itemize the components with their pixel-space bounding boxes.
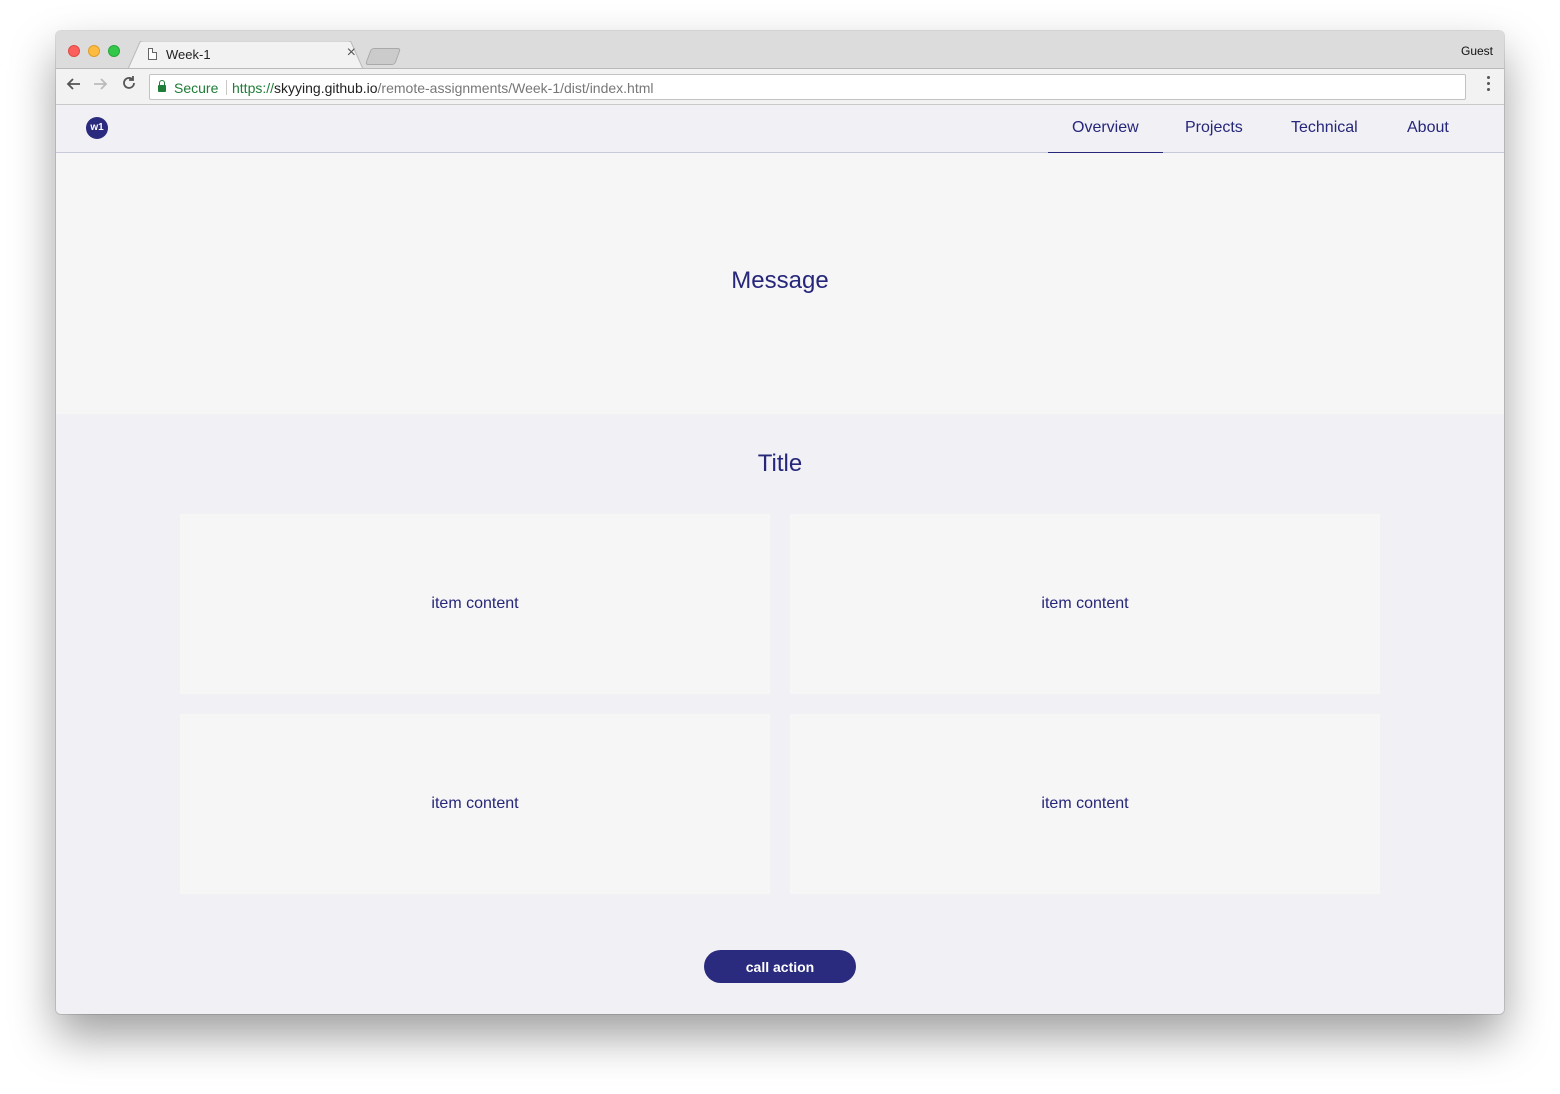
close-tab-icon[interactable]: × — [347, 45, 356, 61]
hero-message: Message — [731, 267, 829, 294]
url-host: skyying.github.io — [274, 80, 378, 96]
nav-item-about[interactable]: About — [1407, 119, 1449, 137]
section-title: Title — [757, 450, 803, 477]
nav-item-overview[interactable]: Overview — [1048, 119, 1163, 153]
content-card: item content — [180, 514, 770, 694]
address-separator — [226, 80, 227, 95]
lock-icon — [158, 80, 166, 92]
tab-shape — [128, 41, 364, 69]
site-logo[interactable]: w1 — [86, 117, 108, 139]
tab-title: Week-1 — [166, 47, 211, 62]
content-card: item content — [790, 714, 1380, 894]
web-page: w1 Overview Projects Technical About Mes… — [56, 105, 1504, 1014]
url-path: /remote-assignments/Week-1/dist/index.ht… — [377, 80, 654, 96]
forward-arrow-icon[interactable] — [93, 75, 109, 97]
browser-tab[interactable]: Week-1 × — [128, 41, 364, 69]
browser-window: Week-1 × Guest Secure https://skyying.gi… — [56, 31, 1504, 1014]
profile-label[interactable]: Guest — [1461, 44, 1493, 58]
site-navbar: w1 Overview Projects Technical About — [56, 105, 1504, 153]
browser-toolbar: Secure https://skyying.github.io/remote-… — [56, 68, 1504, 105]
minimize-window-icon[interactable] — [88, 45, 100, 57]
secure-label: Secure — [174, 80, 219, 96]
url-text[interactable]: https://skyying.github.io/remote-assignm… — [232, 80, 654, 96]
address-bar[interactable]: Secure https://skyying.github.io/remote-… — [149, 74, 1466, 100]
nav-item-projects[interactable]: Projects — [1185, 119, 1243, 137]
document-icon — [148, 48, 157, 60]
call-action-button[interactable]: call action — [704, 950, 856, 983]
back-arrow-icon[interactable] — [65, 75, 81, 97]
content-card: item content — [790, 514, 1380, 694]
url-scheme: https:// — [232, 80, 275, 96]
new-tab-button[interactable] — [364, 48, 402, 65]
hero-section: Message — [56, 153, 1504, 414]
content-card: item content — [180, 714, 770, 894]
reload-icon[interactable] — [121, 75, 137, 97]
close-window-icon[interactable] — [68, 45, 80, 57]
browser-menu-icon[interactable] — [1487, 76, 1490, 93]
tab-strip: Week-1 × Guest — [56, 31, 1504, 69]
nav-item-technical[interactable]: Technical — [1291, 119, 1358, 137]
zoom-window-icon[interactable] — [108, 45, 120, 57]
